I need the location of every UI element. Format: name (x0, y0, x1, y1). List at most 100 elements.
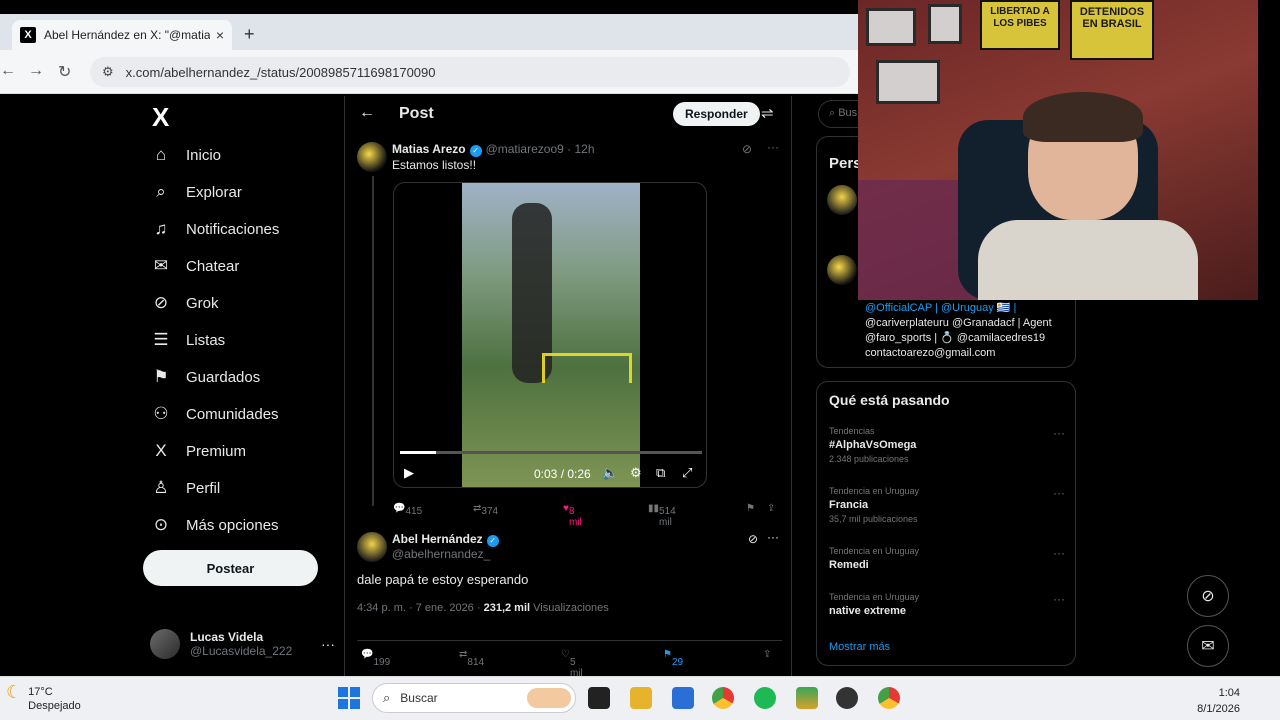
author-handle[interactable]: @matiarezoo9 (486, 142, 564, 156)
filter-icon[interactable]: ⇌ (761, 104, 774, 122)
url-field[interactable]: ⚙ x.com/abelhernandez_/status/2008985711… (90, 57, 850, 87)
trend-item[interactable]: Tendencias #AlphaVsOmega 2.348 publicaci… (829, 426, 1069, 464)
tweet-date[interactable]: 4:34 p. m. · 7 ene. 2026 · (357, 602, 481, 614)
post-button[interactable]: Postear (143, 550, 318, 586)
pip-icon[interactable]: ⧉ (656, 465, 665, 481)
spotify-icon[interactable] (754, 687, 776, 709)
more-icon[interactable]: ··· (1053, 426, 1065, 440)
volume-icon[interactable]: 🔈 (602, 465, 618, 481)
grok-icon[interactable]: ⊘ (742, 142, 752, 156)
chrome-icon[interactable] (712, 687, 734, 709)
more-icon[interactable]: ··· (767, 530, 779, 544)
messages-fab-icon[interactable]: ✉ (1187, 625, 1229, 667)
nav-item-mas-opciones[interactable]: ⊙ Más opciones (150, 510, 279, 540)
weather-desc: Despejado (28, 700, 81, 712)
forward-icon[interactable]: → (28, 62, 44, 80)
trend-name: Remedi (829, 559, 869, 571)
bio-line[interactable]: @OfficialCAP | @Uruguay 🇺🇾 | (865, 301, 1070, 316)
settings-icon[interactable]: ⚙ (630, 465, 642, 481)
task-view-icon[interactable] (588, 687, 610, 709)
more-icon[interactable]: ··· (1053, 486, 1065, 500)
author-name[interactable]: Abel Hernández (392, 532, 483, 546)
nav-label: Más opciones (186, 516, 279, 534)
avatar[interactable] (357, 532, 387, 562)
count: 814 (467, 657, 485, 668)
avatar[interactable] (827, 255, 857, 285)
chrome-active-icon[interactable] (878, 687, 900, 709)
avatar[interactable] (357, 142, 387, 172)
site-settings-icon[interactable]: ⚙ (102, 64, 114, 80)
bluestacks-icon[interactable] (796, 687, 818, 709)
trend-item[interactable]: Tendencia en Uruguay Remedi ··· (829, 546, 1069, 571)
close-tab-icon[interactable]: × (216, 27, 224, 43)
nav-item-grok[interactable]: ⊘ Grok (150, 288, 219, 318)
grok-icon[interactable]: ⊘ (748, 532, 758, 546)
nav-item-comunidades[interactable]: ⚇ Comunidades (150, 399, 278, 429)
back-icon[interactable]: ← (0, 62, 16, 80)
like-count[interactable]: ♥ 8 mil (563, 503, 582, 528)
store-icon[interactable] (672, 687, 694, 709)
app-icon[interactable] (836, 687, 858, 709)
file-explorer-icon[interactable] (630, 687, 652, 709)
repost-count[interactable]: ⇄ 374 (473, 503, 498, 517)
reply-count[interactable]: 💬 415 (393, 503, 422, 517)
tweet-time[interactable]: 12h (574, 142, 594, 156)
views-count[interactable]: ▮▮ 514 mil (648, 503, 676, 528)
author-name[interactable]: Matias Arezo (392, 142, 466, 156)
play-icon[interactable]: ▶ (404, 465, 414, 481)
nav-item-premium[interactable]: X Premium (150, 436, 246, 466)
nav-item-notificaciones[interactable]: ♫ Notificaciones (150, 214, 280, 244)
trend-name: #AlphaVsOmega (829, 439, 917, 451)
search-placeholder: Bus (838, 107, 858, 119)
nav-item-explorar[interactable]: ⌕ Explorar (150, 177, 242, 207)
nav-item-inicio[interactable]: ⌂ Inicio (150, 140, 221, 170)
main-column: ← Post Responder ⇌ Matias Arezo ✓ @matiare… (344, 96, 793, 679)
tweet-author-line: Abel Hernández ✓ (392, 532, 503, 547)
repost-count[interactable]: ⇄ 814 (459, 649, 484, 668)
nav-item-guardados[interactable]: ⚑ Guardados (150, 362, 260, 392)
reply-button[interactable]: Responder (673, 102, 760, 126)
clock-date: 8/1/2026 (1197, 703, 1240, 715)
taskbar-search[interactable]: ⌕ Buscar (372, 683, 576, 713)
list-icon: ☰ (153, 330, 169, 349)
parent-tweet[interactable]: Matias Arezo ✓ @matiarezoo9 · 12h ⊘ ··· Es… (357, 140, 782, 562)
nav-item-listas[interactable]: ☰ Listas (150, 325, 225, 355)
account-switcher[interactable]: Lucas Videla @Lucasvidela_222 ··· (150, 626, 335, 662)
nav-label: Notificaciones (186, 220, 280, 238)
more-icon[interactable]: ··· (1053, 592, 1065, 606)
trend-item[interactable]: Tendencia en Uruguay Francia 35,7 mil pu… (829, 486, 1069, 524)
new-tab-button[interactable]: + (244, 24, 255, 45)
more-icon[interactable]: ··· (321, 636, 335, 652)
video-progress-bar[interactable] (400, 451, 702, 454)
bookmark-count[interactable]: ⚑ 29 (663, 649, 683, 668)
verified-icon: ✓ (486, 535, 499, 547)
x-logo-icon[interactable]: X (152, 102, 169, 133)
more-icon[interactable]: ··· (767, 140, 779, 154)
trend-count: 35,7 mil publicaciones (829, 514, 918, 524)
show-more-link[interactable]: Mostrar más (829, 641, 890, 653)
nav-item-chatear[interactable]: ✉ Chatear (150, 251, 240, 281)
windows-start-icon[interactable] (338, 687, 360, 709)
browser-tab[interactable]: X Abel Hernández en X: "@matiar × (12, 20, 232, 50)
trend-item[interactable]: Tendencia en Uruguay native extreme ··· (829, 592, 1069, 617)
avatar (150, 629, 180, 659)
weather-widget[interactable]: ☾ 17°C Despejado (6, 683, 81, 713)
reply-count[interactable]: 💬 199 (361, 649, 390, 668)
nav-item-perfil[interactable]: ♙ Perfil (150, 473, 220, 503)
video-player[interactable]: ▶ 0:03 / 0:26 🔈 ⚙ ⧉ ⤢ (393, 182, 707, 488)
avatar[interactable] (827, 185, 857, 215)
grok-fab-icon[interactable]: ⊘ (1187, 575, 1229, 617)
share-icon[interactable]: ⇪ (763, 649, 771, 660)
share-icon[interactable]: ⇪ (767, 503, 775, 514)
more-icon[interactable]: ··· (1053, 546, 1065, 560)
author-handle[interactable]: @abelhernandez_ (392, 547, 490, 561)
fullscreen-icon[interactable]: ⤢ (682, 465, 692, 481)
webcam-person (978, 92, 1198, 300)
back-arrow-icon[interactable]: ← (359, 104, 375, 122)
system-clock[interactable]: 1:04 8/1/2026 (1188, 685, 1240, 717)
like-count[interactable]: ♡ 5 mil (561, 649, 583, 679)
reload-icon[interactable]: ↻ (58, 62, 71, 82)
grok-icon: ⊘ (153, 293, 169, 312)
post-header: ← Post Responder ⇌ (345, 96, 793, 132)
bookmark-icon[interactable]: ⚑ (746, 503, 755, 514)
